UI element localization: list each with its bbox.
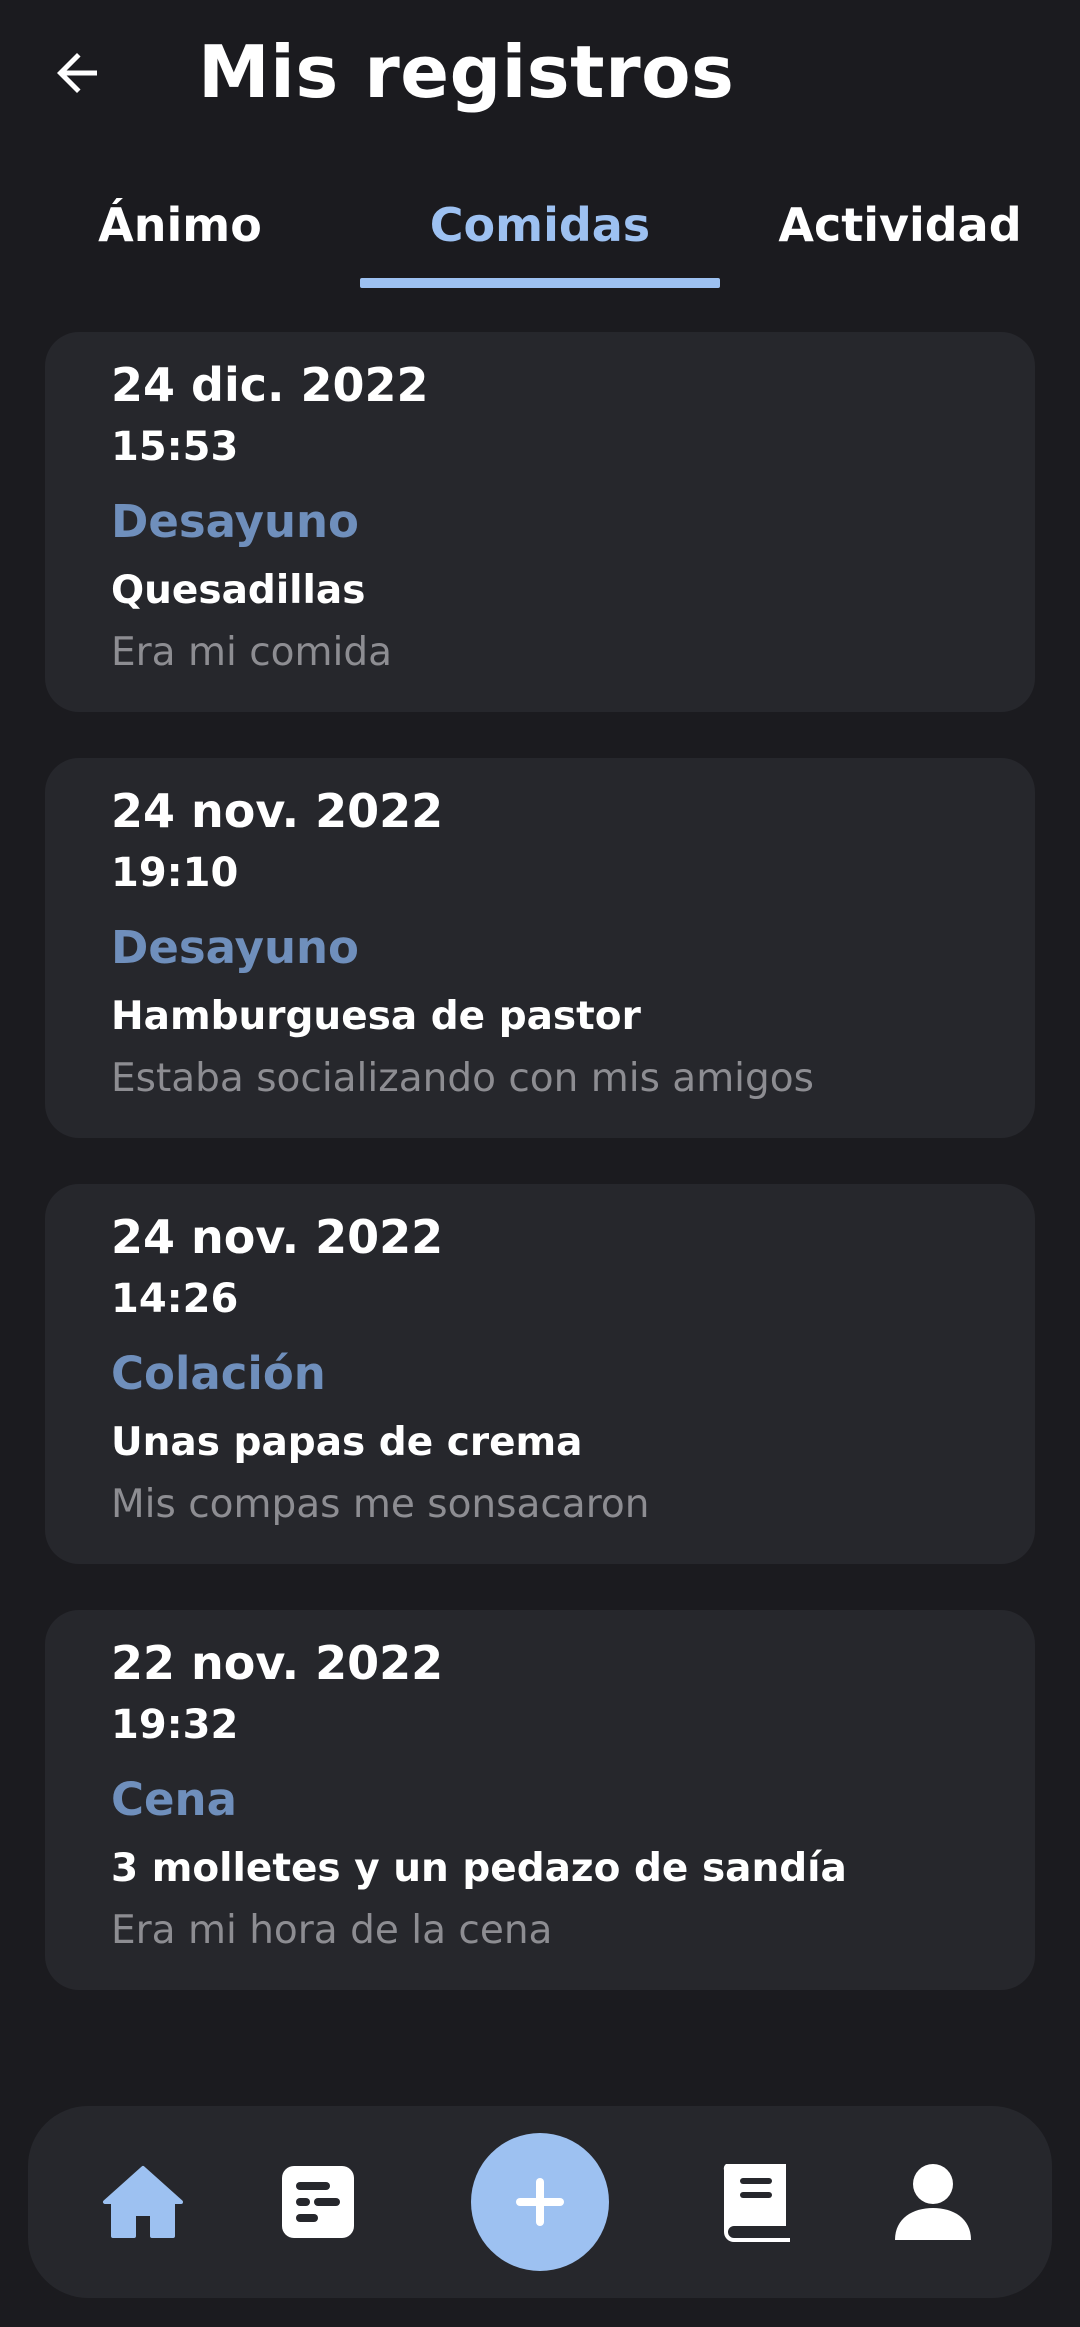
record-date: 24 nov. 2022 bbox=[111, 784, 444, 838]
selected-tab-indicator bbox=[360, 278, 720, 288]
record-note: Estaba socializando con mis amigos bbox=[111, 1056, 814, 1101]
back-button[interactable] bbox=[40, 36, 114, 110]
record-date: 24 dic. 2022 bbox=[111, 358, 429, 412]
nav-home-button[interactable] bbox=[88, 2106, 198, 2298]
page-title: Mis registros bbox=[198, 30, 735, 114]
record-meal-type: Desayuno bbox=[111, 921, 359, 974]
tab-bar: Ánimo Comidas Actividad bbox=[0, 165, 1080, 290]
record-food: 3 molletes y un pedazo de sandía bbox=[111, 1846, 847, 1891]
arrow-left-icon bbox=[57, 53, 97, 93]
record-date: 24 nov. 2022 bbox=[111, 1210, 444, 1264]
record-food: Unas papas de crema bbox=[111, 1420, 583, 1465]
user-icon bbox=[895, 2164, 971, 2240]
record-time: 15:53 bbox=[111, 424, 239, 470]
top-app-bar: Mis registros bbox=[0, 0, 1080, 150]
nav-book-button[interactable] bbox=[701, 2106, 811, 2298]
record-time: 19:32 bbox=[111, 1702, 239, 1748]
record-note: Era mi comida bbox=[111, 630, 392, 675]
record-date: 22 nov. 2022 bbox=[111, 1636, 444, 1690]
add-button-circle bbox=[471, 2133, 609, 2271]
record-note: Mis compas me sonsacaron bbox=[111, 1482, 650, 1527]
tab-actividad[interactable]: Actividad bbox=[720, 165, 1080, 285]
record-meal-type: Desayuno bbox=[111, 495, 359, 548]
add-record-button[interactable] bbox=[471, 2106, 609, 2298]
record-time: 19:10 bbox=[111, 850, 239, 896]
record-card[interactable]: 24 dic. 2022 15:53 Desayuno Quesadillas … bbox=[45, 332, 1035, 712]
record-card[interactable]: 24 nov. 2022 14:26 Colación Unas papas d… bbox=[45, 1184, 1035, 1564]
nav-profile-button[interactable] bbox=[878, 2106, 988, 2298]
record-food: Hamburguesa de pastor bbox=[111, 994, 641, 1039]
record-food: Quesadillas bbox=[111, 568, 366, 613]
tab-comidas[interactable]: Comidas bbox=[360, 165, 720, 285]
record-meal-type: Colación bbox=[111, 1347, 326, 1400]
record-card[interactable]: 24 nov. 2022 19:10 Desayuno Hamburguesa … bbox=[45, 758, 1035, 1138]
records-icon bbox=[282, 2166, 354, 2238]
book-icon bbox=[723, 2164, 790, 2242]
record-card[interactable]: 22 nov. 2022 19:32 Cena 3 molletes y un … bbox=[45, 1610, 1035, 1990]
nav-records-button[interactable] bbox=[263, 2106, 373, 2298]
record-note: Era mi hora de la cena bbox=[111, 1908, 553, 1953]
plus-icon bbox=[516, 2178, 564, 2226]
bottom-navigation bbox=[28, 2106, 1052, 2298]
record-time: 14:26 bbox=[111, 1276, 239, 1322]
home-icon bbox=[103, 2166, 183, 2238]
tab-animo[interactable]: Ánimo bbox=[0, 165, 360, 285]
record-meal-type: Cena bbox=[111, 1773, 237, 1826]
